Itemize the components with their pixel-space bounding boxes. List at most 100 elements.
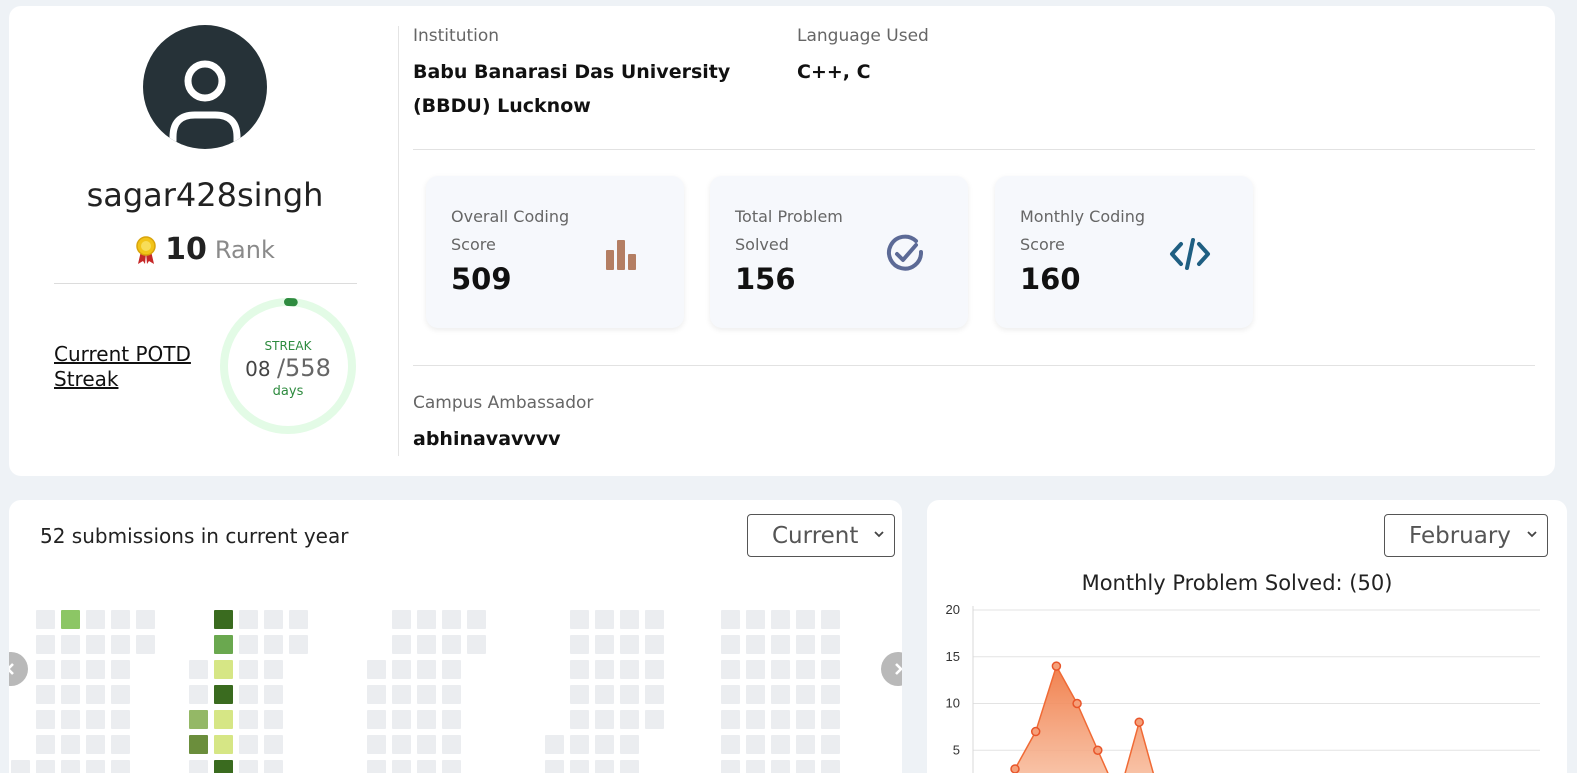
heatmap-cell	[367, 660, 386, 679]
heatmap-cell	[595, 610, 614, 629]
data-point[interactable]	[1010, 764, 1020, 773]
heatmap-cell	[214, 660, 233, 679]
heatmap-cell	[821, 760, 840, 773]
divider	[413, 365, 1535, 366]
heatmap-cell	[796, 610, 815, 629]
username: sagar428singh	[86, 176, 324, 214]
heatmap-cell	[796, 685, 815, 704]
heatmap-cell	[189, 710, 208, 729]
heatmap-cell	[442, 685, 461, 704]
heatmap-cell	[239, 685, 258, 704]
heatmap-cell	[136, 635, 155, 654]
language-value: C++, C	[797, 61, 871, 83]
heatmap-cell	[61, 685, 80, 704]
streak-count: 08 /558	[245, 353, 331, 384]
medal-icon	[136, 235, 156, 264]
heatmap-cell	[367, 735, 386, 754]
heatmap-cell	[417, 660, 436, 679]
heatmap-cell	[442, 710, 461, 729]
heatmap-cell	[442, 760, 461, 773]
heatmap-cell	[264, 685, 283, 704]
data-point[interactable]	[1072, 698, 1082, 709]
heatmap-cell	[570, 685, 589, 704]
heatmap-cell	[392, 660, 411, 679]
heatmap-cell	[86, 685, 105, 704]
stat-card-total-solved: Total Problem Solved 156	[710, 176, 968, 328]
heatmap-cell	[595, 710, 614, 729]
data-point[interactable]	[1030, 726, 1041, 737]
heatmap-cell	[214, 735, 233, 754]
streak-total: /558	[276, 354, 331, 382]
heatmap-cell	[86, 710, 105, 729]
year-select[interactable]: Current	[747, 514, 895, 557]
heatmap-cell	[721, 635, 740, 654]
heatmap-cell	[214, 610, 233, 629]
heatmap-cell	[796, 735, 815, 754]
data-point[interactable]	[1051, 661, 1062, 671]
heatmap-cell	[214, 635, 233, 654]
heatmap-cell	[61, 635, 80, 654]
heatmap-cell	[264, 635, 283, 654]
heatmap-cell	[264, 660, 283, 679]
heatmap-cell	[239, 735, 258, 754]
check-circle-icon	[867, 216, 942, 291]
heatmap-cell	[645, 660, 664, 679]
heatmap-cell	[746, 710, 765, 729]
heatmap-cell	[595, 685, 614, 704]
stat-label: Overall Coding Score	[451, 207, 570, 254]
heatmap-cell	[417, 760, 436, 773]
heatmap-cell	[189, 685, 208, 704]
heatmap-cell	[214, 685, 233, 704]
heatmap-cell	[821, 710, 840, 729]
heatmap-cell	[86, 610, 105, 629]
heatmap-cell	[36, 760, 55, 773]
heatmap-cell	[746, 735, 765, 754]
heatmap-cell	[595, 760, 614, 773]
heatmap-cell	[239, 635, 258, 654]
heatmap-cell	[442, 635, 461, 654]
heatmap-cell	[721, 760, 740, 773]
streak-unit: days	[272, 384, 304, 399]
heatmap-cell	[11, 760, 30, 773]
ambassador-value: abhinavavvvv	[413, 428, 561, 450]
data-point[interactable]	[1093, 745, 1103, 755]
heatmap-cell	[264, 710, 283, 729]
heatmap-cell	[36, 660, 55, 679]
heatmap-cell	[417, 685, 436, 704]
streak-text: STREAK 08 /558 days	[218, 296, 358, 436]
heatmap-cell	[417, 610, 436, 629]
heatmap-cell	[111, 735, 130, 754]
heatmap-cell	[620, 710, 639, 729]
heatmap-cell	[239, 710, 258, 729]
heatmap-cell	[392, 610, 411, 629]
heatmap-cell	[645, 610, 664, 629]
code-icon	[1152, 216, 1227, 291]
heatmap-cell	[264, 760, 283, 773]
streak-current: 08	[245, 357, 271, 381]
heatmap-cell	[61, 760, 80, 773]
heatmap-cell	[821, 685, 840, 704]
heatmap-cell	[746, 660, 765, 679]
heatmap-cell	[570, 735, 589, 754]
potd-streak-link[interactable]: Current POTD Streak	[54, 342, 214, 392]
heatmap-cell	[796, 660, 815, 679]
heatmap-cell	[392, 710, 411, 729]
heatmap-cell	[136, 610, 155, 629]
heatmap-cell	[189, 760, 208, 773]
y-tick-label: 5	[953, 742, 960, 757]
stat-label: Monthly Coding Score	[1020, 207, 1146, 254]
data-point[interactable]	[1134, 717, 1144, 727]
heatmap-cell	[111, 660, 130, 679]
heatmap-cell	[545, 760, 564, 773]
submissions-title: 52 submissions in current year	[40, 524, 349, 548]
heatmap-cell	[796, 760, 815, 773]
heatmap-cell	[620, 635, 639, 654]
y-tick-label: 10	[946, 696, 960, 711]
heatmap-cell	[36, 710, 55, 729]
heatmap-cell	[86, 660, 105, 679]
stat-value: 509	[451, 262, 512, 296]
heatmap-cell	[61, 735, 80, 754]
y-tick-label: 15	[946, 649, 960, 664]
heatmap-cell	[746, 610, 765, 629]
heatmap-cell	[36, 610, 55, 629]
